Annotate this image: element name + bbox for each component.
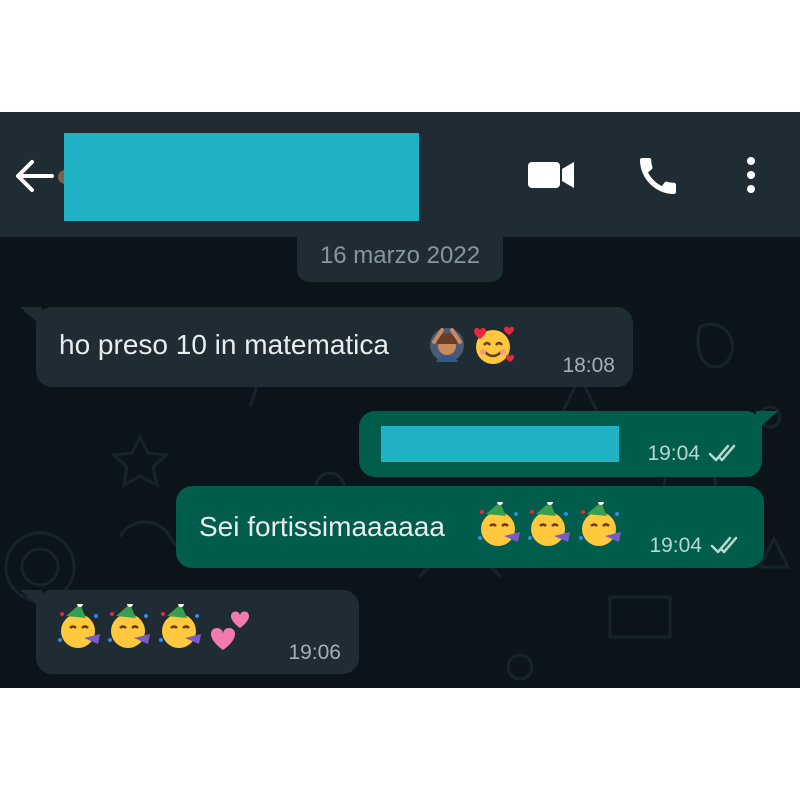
two-hearts-emoji — [211, 611, 250, 650]
chat-screen: 16 marzo 2022 ho preso 10 in matematica — [0, 112, 800, 688]
message-text: Sei fortissimaaaaaa — [199, 511, 445, 542]
back-button[interactable] — [14, 156, 58, 196]
bubble-tail — [756, 411, 778, 431]
emoji-group — [56, 604, 253, 652]
woman-gesturing-ok-emoji — [428, 326, 466, 369]
contact-name-redacted[interactable] — [64, 133, 419, 221]
partying-face-emoji — [58, 604, 100, 648]
message-bubble-outgoing[interactable]: 19:04 — [359, 411, 778, 477]
voice-call-button[interactable] — [633, 152, 683, 200]
message-bubble-outgoing[interactable]: Sei fortissimaaaaaa 19:04 — [176, 486, 764, 568]
more-vertical-icon — [747, 157, 755, 193]
chat-header — [0, 112, 800, 237]
double-check-icon — [710, 536, 738, 554]
message-text-redacted — [381, 426, 619, 462]
message-time: 19:06 — [288, 641, 341, 664]
partying-face-emoji-group — [476, 502, 623, 550]
message-bubble-incoming[interactable]: 19:06 — [20, 590, 359, 674]
double-check-icon — [708, 444, 736, 462]
partying-face-emoji — [528, 502, 571, 546]
partying-face-emoji — [108, 604, 151, 648]
message-time: 18:08 — [562, 354, 615, 377]
partying-face-emoji — [578, 502, 621, 546]
video-camera-icon — [528, 162, 574, 188]
bubble-tail — [20, 590, 42, 610]
video-call-button[interactable] — [524, 154, 578, 194]
partying-face-emoji — [158, 604, 201, 648]
bubble-tail — [20, 307, 42, 327]
message-bubble-incoming[interactable]: ho preso 10 in matematica 18:08 — [20, 307, 633, 387]
arrow-left-icon — [16, 160, 54, 192]
phone-icon — [640, 158, 676, 194]
message-time: 19:04 — [647, 442, 700, 465]
more-options-button[interactable] — [736, 152, 766, 198]
message-time: 19:04 — [649, 534, 702, 557]
message-text: ho preso 10 in matematica — [59, 329, 389, 360]
smiling-face-with-hearts-emoji — [470, 323, 516, 372]
date-separator: 16 marzo 2022 — [297, 236, 503, 282]
partying-face-emoji — [478, 502, 520, 546]
